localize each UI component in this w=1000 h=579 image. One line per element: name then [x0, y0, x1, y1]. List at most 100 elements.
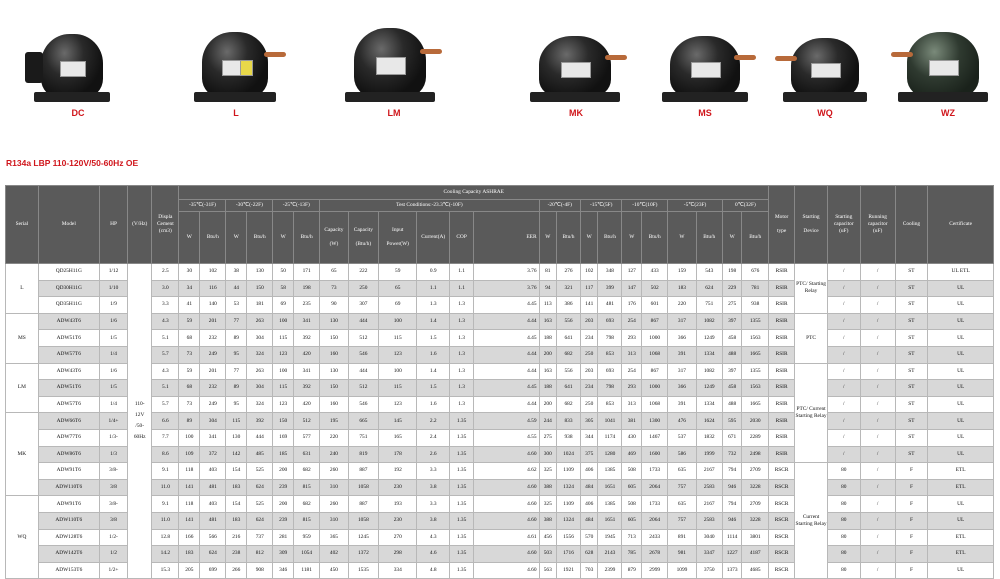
photo-label-lm: LM	[387, 108, 401, 118]
capacity-value: 444	[246, 428, 274, 447]
capacity-value: 2399	[597, 561, 623, 579]
capacity-value: 141	[178, 478, 201, 497]
motor-type: RSCR	[767, 462, 796, 480]
starting-device: PTC/ Current Starting Relay	[794, 362, 828, 464]
displacement: 3.0	[151, 279, 180, 298]
sub-w: W	[178, 211, 201, 264]
test-value: 546	[347, 345, 380, 364]
capacity-value: 693	[597, 362, 623, 381]
capacity-value: 73	[178, 345, 201, 364]
table-row: LM ADW43T6 1/6 4.3 59 201 77 263 100 341 130 444 100…	[5, 362, 994, 464]
cooling-type: ST	[894, 379, 929, 397]
sub-eer: EER	[473, 211, 540, 264]
capacity-value: 1556	[556, 528, 581, 547]
cooling-type: ST	[894, 329, 929, 347]
capacity-value: 200	[538, 345, 558, 364]
starting-capacitor: 80	[826, 561, 861, 579]
starting-capacitor: /	[826, 428, 861, 447]
capacity-value: 388	[538, 511, 558, 530]
capacity-value: 244	[538, 412, 558, 430]
capacity-value: 1334	[695, 345, 723, 364]
capacity-value: 309	[272, 545, 295, 563]
col-starting-capacitor: Starting capacitor (uF)	[826, 185, 861, 264]
col-model: Model	[37, 185, 100, 264]
model-name: ADW86T6	[37, 445, 100, 464]
cooling-type: ST	[894, 296, 929, 314]
capacity-value: 2498	[741, 445, 769, 464]
capacity-value: 169	[272, 428, 295, 447]
motor-type: RSCR	[767, 561, 796, 579]
table-row: QD35H11G 1/9 3.3 41 140 53 181 69 235 90 307 69 1.3 1…	[6, 296, 994, 314]
col-t20: -20℃(-4F)	[538, 199, 582, 212]
capacity-value: 1467	[641, 428, 669, 447]
capacity-value: 1385	[597, 462, 623, 480]
capacity-value: 1109	[556, 462, 581, 480]
displacement: 15.3	[151, 561, 180, 579]
capacity-value: 205	[178, 561, 201, 579]
capacity-value: 188	[538, 379, 558, 397]
capacity-value: 1921	[556, 561, 581, 579]
test-value: 4.59	[473, 412, 540, 430]
hp-value: 1/2+	[98, 561, 129, 579]
col-vhz: (V/Hz)	[127, 185, 153, 264]
motor-type: RSIR	[767, 329, 796, 347]
capacity-value: 250	[579, 345, 599, 364]
running-capacitor: /	[859, 545, 896, 563]
compressor-photo-mk	[525, 8, 627, 104]
starting-capacitor: 80	[826, 495, 861, 513]
test-value: 512	[347, 329, 380, 347]
capacity-value: 1109	[556, 495, 581, 513]
capacity-value: 624	[246, 511, 274, 530]
capacity-value: 281	[272, 528, 295, 547]
test-value: 4.60	[473, 561, 540, 579]
model-name: ADW142T6	[37, 545, 100, 563]
capacity-value: 481	[199, 511, 227, 530]
capacity-value: 1355	[741, 362, 769, 381]
capacity-value: 81	[538, 263, 558, 281]
capacity-value: 203	[579, 312, 599, 331]
photo-label-wz: WZ	[941, 108, 955, 118]
capacity-value: 1665	[741, 345, 769, 364]
col-starting-device: Starting Device	[794, 185, 828, 264]
displacement: 5.7	[151, 395, 180, 414]
capacity-value: 563	[538, 561, 558, 579]
capacity-value: 305	[579, 412, 599, 430]
capacity-value: 737	[246, 528, 274, 547]
model-name: ADW43T6	[37, 362, 100, 381]
test-value: 887	[347, 462, 380, 480]
table-row: ADW51T6 1/5 5.1 68 232 89 304 115 392 150 512 115 1.…	[6, 329, 994, 347]
hp-value: 3/8-	[98, 495, 129, 513]
capacity-value: 341	[199, 428, 227, 447]
capacity-value: 1563	[741, 329, 769, 347]
serial-group: L	[5, 263, 39, 314]
capacity-value: 484	[579, 478, 599, 497]
col-certificate: Certificate	[927, 185, 994, 264]
capacity-value: 525	[246, 495, 274, 513]
motor-type: RSIR	[767, 445, 796, 464]
capacity-value: 176	[621, 296, 643, 314]
capacity-value: 853	[597, 395, 623, 414]
test-value: 1.3	[449, 345, 475, 364]
capacity-value: 89	[225, 329, 248, 347]
test-value: 444	[347, 312, 380, 331]
capacity-value: 732	[721, 445, 743, 464]
capacity-value: 275	[538, 428, 558, 447]
capacity-value: 566	[199, 528, 227, 547]
test-value: 4.62	[473, 462, 540, 480]
sub-btu: Btu/h	[695, 211, 723, 264]
test-value: 123	[378, 345, 418, 364]
capacity-value: 1000	[641, 379, 669, 397]
compressor-photo-wq	[775, 8, 875, 104]
model-name: ADW128T6	[37, 528, 100, 547]
test-value: 1372	[347, 545, 380, 563]
sub-btu: Btu/h	[741, 211, 769, 264]
capacity-value: 406	[579, 462, 599, 480]
test-value: 887	[347, 495, 380, 513]
capacity-value: 123	[272, 345, 295, 364]
test-value: 3.3	[416, 495, 451, 513]
starting-capacitor: /	[826, 395, 861, 414]
capacity-value: 1082	[695, 312, 723, 331]
test-value: 1.35	[449, 545, 475, 563]
capacity-value: 366	[667, 329, 697, 347]
test-value: 1.35	[449, 428, 475, 447]
